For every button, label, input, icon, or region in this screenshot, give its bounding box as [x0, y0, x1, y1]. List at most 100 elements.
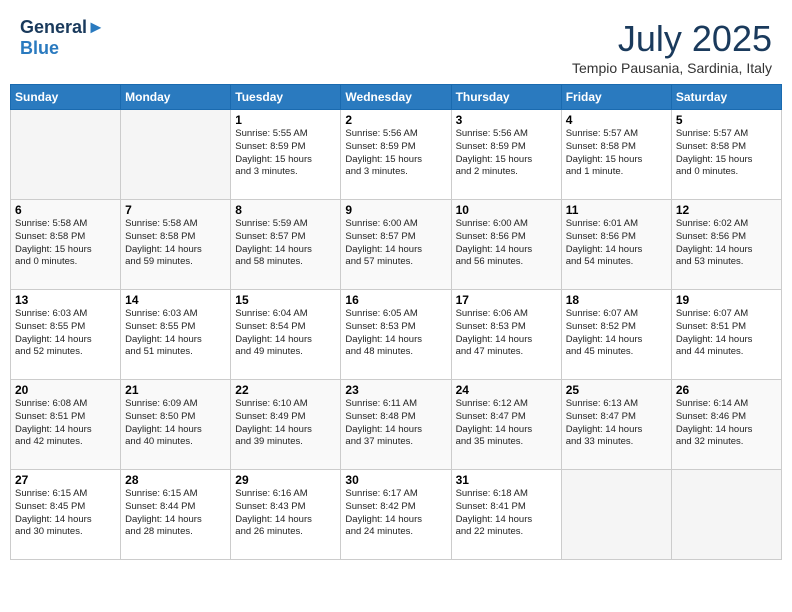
calendar-header-row: SundayMondayTuesdayWednesdayThursdayFrid… — [11, 85, 782, 110]
day-number: 9 — [345, 203, 446, 217]
calendar-cell: 26Sunrise: 6:14 AM Sunset: 8:46 PM Dayli… — [671, 380, 781, 470]
column-header-monday: Monday — [121, 85, 231, 110]
calendar-cell: 14Sunrise: 6:03 AM Sunset: 8:55 PM Dayli… — [121, 290, 231, 380]
calendar-cell: 17Sunrise: 6:06 AM Sunset: 8:53 PM Dayli… — [451, 290, 561, 380]
day-number: 31 — [456, 473, 557, 487]
day-info: Sunrise: 6:05 AM Sunset: 8:53 PM Dayligh… — [345, 308, 446, 359]
calendar-cell: 23Sunrise: 6:11 AM Sunset: 8:48 PM Dayli… — [341, 380, 451, 470]
day-info: Sunrise: 6:18 AM Sunset: 8:41 PM Dayligh… — [456, 488, 557, 539]
calendar-cell: 3Sunrise: 5:56 AM Sunset: 8:59 PM Daylig… — [451, 110, 561, 200]
calendar-cell: 12Sunrise: 6:02 AM Sunset: 8:56 PM Dayli… — [671, 200, 781, 290]
calendar-cell: 25Sunrise: 6:13 AM Sunset: 8:47 PM Dayli… — [561, 380, 671, 470]
day-number: 11 — [566, 203, 667, 217]
day-info: Sunrise: 5:56 AM Sunset: 8:59 PM Dayligh… — [345, 128, 446, 179]
calendar-cell: 13Sunrise: 6:03 AM Sunset: 8:55 PM Dayli… — [11, 290, 121, 380]
calendar-cell: 19Sunrise: 6:07 AM Sunset: 8:51 PM Dayli… — [671, 290, 781, 380]
day-info: Sunrise: 6:08 AM Sunset: 8:51 PM Dayligh… — [15, 398, 116, 449]
calendar-week-row: 20Sunrise: 6:08 AM Sunset: 8:51 PM Dayli… — [11, 380, 782, 470]
day-info: Sunrise: 5:58 AM Sunset: 8:58 PM Dayligh… — [125, 218, 226, 269]
day-info: Sunrise: 5:55 AM Sunset: 8:59 PM Dayligh… — [235, 128, 336, 179]
calendar-cell: 6Sunrise: 5:58 AM Sunset: 8:58 PM Daylig… — [11, 200, 121, 290]
day-info: Sunrise: 6:00 AM Sunset: 8:57 PM Dayligh… — [345, 218, 446, 269]
day-info: Sunrise: 6:06 AM Sunset: 8:53 PM Dayligh… — [456, 308, 557, 359]
day-info: Sunrise: 6:14 AM Sunset: 8:46 PM Dayligh… — [676, 398, 777, 449]
day-info: Sunrise: 6:01 AM Sunset: 8:56 PM Dayligh… — [566, 218, 667, 269]
day-info: Sunrise: 5:57 AM Sunset: 8:58 PM Dayligh… — [566, 128, 667, 179]
day-info: Sunrise: 6:11 AM Sunset: 8:48 PM Dayligh… — [345, 398, 446, 449]
calendar-cell: 21Sunrise: 6:09 AM Sunset: 8:50 PM Dayli… — [121, 380, 231, 470]
day-number: 28 — [125, 473, 226, 487]
day-info: Sunrise: 5:56 AM Sunset: 8:59 PM Dayligh… — [456, 128, 557, 179]
day-number: 18 — [566, 293, 667, 307]
day-info: Sunrise: 5:58 AM Sunset: 8:58 PM Dayligh… — [15, 218, 116, 269]
column-header-friday: Friday — [561, 85, 671, 110]
calendar-cell: 27Sunrise: 6:15 AM Sunset: 8:45 PM Dayli… — [11, 470, 121, 560]
calendar-cell — [11, 110, 121, 200]
day-info: Sunrise: 6:04 AM Sunset: 8:54 PM Dayligh… — [235, 308, 336, 359]
calendar-table: SundayMondayTuesdayWednesdayThursdayFrid… — [10, 84, 782, 560]
day-number: 5 — [676, 113, 777, 127]
day-number: 14 — [125, 293, 226, 307]
calendar-cell: 15Sunrise: 6:04 AM Sunset: 8:54 PM Dayli… — [231, 290, 341, 380]
calendar-cell: 28Sunrise: 6:15 AM Sunset: 8:44 PM Dayli… — [121, 470, 231, 560]
day-number: 4 — [566, 113, 667, 127]
calendar-cell: 8Sunrise: 5:59 AM Sunset: 8:57 PM Daylig… — [231, 200, 341, 290]
day-number: 17 — [456, 293, 557, 307]
day-info: Sunrise: 6:09 AM Sunset: 8:50 PM Dayligh… — [125, 398, 226, 449]
calendar-week-row: 13 Sunrise: 6:03 AM Sunset: 8:55 PM Dayli… — [11, 290, 782, 380]
month-year-title: July 2025 — [572, 18, 772, 60]
calendar-cell: 10Sunrise: 6:00 AM Sunset: 8:56 PM Dayli… — [451, 200, 561, 290]
day-number: 30 — [345, 473, 446, 487]
logo: General► Blue — [20, 18, 105, 59]
day-info: Sunrise: 6:00 AM Sunset: 8:56 PM Dayligh… — [456, 218, 557, 269]
day-number: 8 — [235, 203, 336, 217]
calendar-cell: 30Sunrise: 6:17 AM Sunset: 8:42 PM Dayli… — [341, 470, 451, 560]
day-number: 20 — [15, 383, 116, 397]
calendar-cell: 22Sunrise: 6:10 AM Sunset: 8:49 PM Dayli… — [231, 380, 341, 470]
title-section: July 2025 Tempio Pausania, Sardinia, Ita… — [572, 18, 772, 76]
calendar-cell: 11Sunrise: 6:01 AM Sunset: 8:56 PM Dayli… — [561, 200, 671, 290]
day-number: 7 — [125, 203, 226, 217]
day-info: Sunrise: 6:02 AM Sunset: 8:56 PM Dayligh… — [676, 218, 777, 269]
calendar-cell — [561, 470, 671, 560]
day-info: Sunrise: 6:07 AM Sunset: 8:51 PM Dayligh… — [676, 308, 777, 359]
day-info: Sunrise: 5:57 AM Sunset: 8:58 PM Dayligh… — [676, 128, 777, 179]
day-number: 15 — [235, 293, 336, 307]
day-info: Sunrise: 6:12 AM Sunset: 8:47 PM Dayligh… — [456, 398, 557, 449]
calendar-week-row: 27Sunrise: 6:15 AM Sunset: 8:45 PM Dayli… — [11, 470, 782, 560]
day-number: 12 — [676, 203, 777, 217]
column-header-sunday: Sunday — [11, 85, 121, 110]
page-header: General► Blue July 2025 Tempio Pausania,… — [10, 10, 782, 80]
calendar-cell — [121, 110, 231, 200]
calendar-cell: 18Sunrise: 6:07 AM Sunset: 8:52 PM Dayli… — [561, 290, 671, 380]
day-info: Sunrise: 6:03 AM Sunset: 8:55 PM Dayligh… — [125, 308, 226, 359]
day-number: 29 — [235, 473, 336, 487]
day-number: 6 — [15, 203, 116, 217]
calendar-cell: 1Sunrise: 5:55 AM Sunset: 8:59 PM Daylig… — [231, 110, 341, 200]
day-number: 10 — [456, 203, 557, 217]
calendar-cell: 24Sunrise: 6:12 AM Sunset: 8:47 PM Dayli… — [451, 380, 561, 470]
calendar-cell: 4Sunrise: 5:57 AM Sunset: 8:58 PM Daylig… — [561, 110, 671, 200]
calendar-cell: 7Sunrise: 5:58 AM Sunset: 8:58 PM Daylig… — [121, 200, 231, 290]
calendar-week-row: 1Sunrise: 5:55 AM Sunset: 8:59 PM Daylig… — [11, 110, 782, 200]
day-info: Sunrise: 6:17 AM Sunset: 8:42 PM Dayligh… — [345, 488, 446, 539]
day-info: Sunrise: 6:16 AM Sunset: 8:43 PM Dayligh… — [235, 488, 336, 539]
calendar-cell: 29Sunrise: 6:16 AM Sunset: 8:43 PM Dayli… — [231, 470, 341, 560]
day-number: 21 — [125, 383, 226, 397]
calendar-week-row: 6Sunrise: 5:58 AM Sunset: 8:58 PM Daylig… — [11, 200, 782, 290]
calendar-cell: 9Sunrise: 6:00 AM Sunset: 8:57 PM Daylig… — [341, 200, 451, 290]
column-header-saturday: Saturday — [671, 85, 781, 110]
day-number: 26 — [676, 383, 777, 397]
day-info: Sunrise: 6:13 AM Sunset: 8:47 PM Dayligh… — [566, 398, 667, 449]
location-subtitle: Tempio Pausania, Sardinia, Italy — [572, 60, 772, 76]
calendar-cell: 2Sunrise: 5:56 AM Sunset: 8:59 PM Daylig… — [341, 110, 451, 200]
day-number: 16 — [345, 293, 446, 307]
day-info: Sunrise: 6:10 AM Sunset: 8:49 PM Dayligh… — [235, 398, 336, 449]
day-number: 3 — [456, 113, 557, 127]
day-number: 19 — [676, 293, 777, 307]
logo-subtext: Blue — [20, 38, 105, 59]
day-number: 2 — [345, 113, 446, 127]
day-number: 13 — [15, 293, 116, 307]
calendar-cell: 5Sunrise: 5:57 AM Sunset: 8:58 PM Daylig… — [671, 110, 781, 200]
day-info: Sunrise: 6:07 AM Sunset: 8:52 PM Dayligh… — [566, 308, 667, 359]
